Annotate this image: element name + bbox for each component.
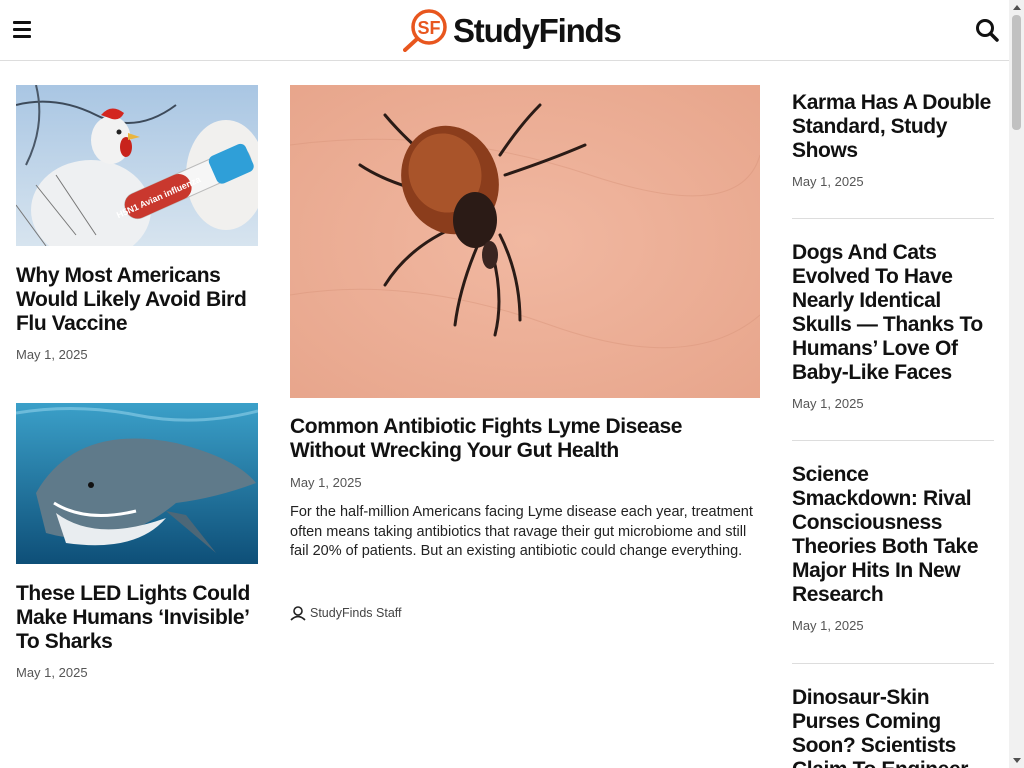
bird-flu-article-image[interactable]: H5N1 Avian influenza	[16, 85, 258, 246]
vertical-scrollbar[interactable]	[1009, 0, 1024, 768]
hamburger-menu-icon[interactable]	[13, 21, 31, 39]
featured-article-author[interactable]: StudyFinds Staff	[290, 605, 402, 621]
logo-magnifier-icon: SF	[403, 8, 449, 52]
user-icon	[290, 606, 306, 621]
search-icon[interactable]	[975, 18, 999, 42]
sidebar-article-date: May 1, 2025	[792, 618, 864, 633]
scroll-up-arrow-icon[interactable]	[1009, 0, 1024, 15]
shark-article-image[interactable]	[16, 403, 258, 564]
featured-article-image[interactable]	[290, 85, 760, 398]
sidebar-article-title[interactable]: Karma Has A Double Standard, Study Shows	[792, 91, 994, 163]
sidebar-divider	[792, 663, 994, 664]
logo-text: StudyFinds	[453, 11, 622, 49]
sidebar-article-title[interactable]: Dinosaur-Skin Purses Coming Soon? Scient…	[792, 686, 994, 768]
left-article-title[interactable]: These LED Lights Could Make Humans ‘Invi…	[16, 582, 258, 654]
left-article-date: May 1, 2025	[16, 665, 88, 680]
featured-article-excerpt: For the half-million Americans facing Ly…	[290, 504, 753, 559]
featured-article-title[interactable]: Common Antibiotic Fights Lyme Disease Wi…	[290, 415, 760, 463]
sidebar-article-title[interactable]: Science Smackdown: Rival Consciousness T…	[792, 463, 994, 607]
scroll-down-arrow-icon[interactable]	[1009, 753, 1024, 768]
site-logo[interactable]: SF StudyFinds	[403, 8, 622, 52]
scrollbar-thumb[interactable]	[1012, 15, 1021, 130]
sidebar-article-date: May 1, 2025	[792, 174, 864, 189]
sidebar-article-date: May 1, 2025	[792, 396, 864, 411]
sidebar-divider	[792, 218, 994, 219]
site-header: SF StudyFinds	[0, 0, 1009, 61]
left-article-date: May 1, 2025	[16, 347, 88, 362]
sidebar-article-title[interactable]: Dogs And Cats Evolved To Have Nearly Ide…	[792, 241, 994, 385]
author-name: StudyFinds Staff	[310, 606, 402, 620]
logo-mark-text: SF	[417, 18, 440, 38]
sidebar-divider	[792, 440, 994, 441]
featured-article-date: May 1, 2025	[290, 475, 362, 490]
left-article-title[interactable]: Why Most Americans Would Likely Avoid Bi…	[16, 264, 258, 336]
